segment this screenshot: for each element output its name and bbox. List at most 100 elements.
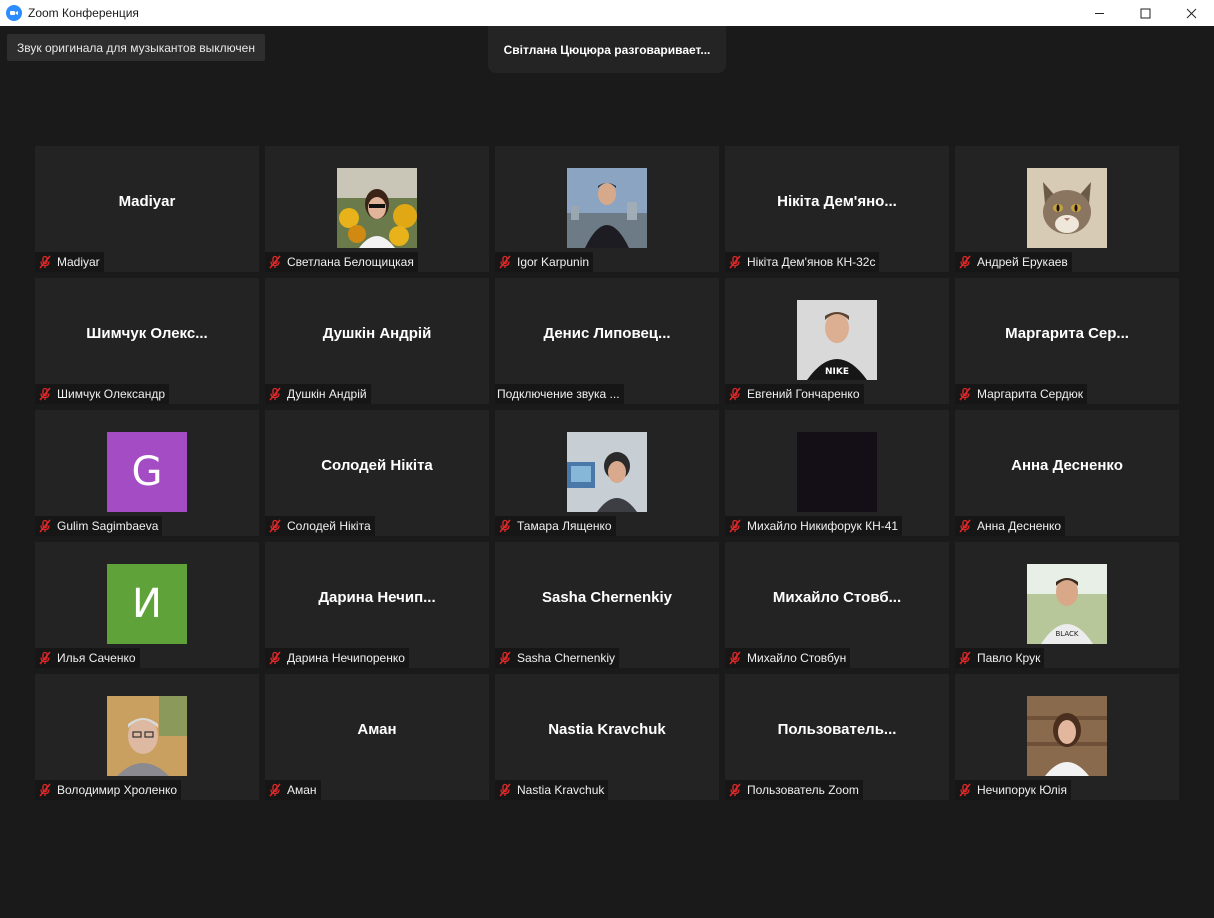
- participant-name: Душкін Андрій: [287, 387, 367, 401]
- participant-tile[interactable]: Нечипорук Юлія: [955, 674, 1179, 800]
- svg-text:NIKE: NIKE: [825, 367, 849, 377]
- active-speaker-banner: Світлана Цюцюра разговаривает...: [488, 26, 726, 73]
- participant-name-label: Михайло Никифорук КН-41: [725, 516, 903, 536]
- participant-name: Gulim Sagimbaeva: [57, 519, 159, 533]
- participant-name: Солодей Нікіта: [287, 519, 371, 533]
- window-controls: [1076, 0, 1214, 26]
- participant-display-name: Sasha Chernenkiy: [541, 588, 673, 606]
- participant-name: Михайло Стовбун: [747, 651, 847, 665]
- participant-tile[interactable]: Анна Десненко Анна Десненко: [955, 410, 1179, 536]
- participant-tile[interactable]: G Gulim Sagimbaeva: [35, 410, 259, 536]
- participant-tile[interactable]: Михайло Никифорук КН-41: [725, 410, 949, 536]
- profile-photo: [567, 432, 647, 512]
- close-button[interactable]: [1168, 0, 1214, 26]
- participant-name: Igor Karpunin: [517, 255, 590, 269]
- participant-name: Михайло Никифорук КН-41: [747, 519, 899, 533]
- participant-tile[interactable]: Денис Липовец... Подключение звука ...: [495, 278, 719, 404]
- participant-name: Анна Десненко: [977, 519, 1062, 533]
- muted-microphone-icon: [497, 518, 513, 534]
- muted-microphone-icon: [37, 518, 53, 534]
- participant-name-label: Солодей Нікіта: [265, 516, 375, 536]
- participant-name-label: Пользователь Zoom: [725, 780, 863, 800]
- participant-name: Маргарита Сердюк: [977, 387, 1084, 401]
- participant-tile[interactable]: Андрей Ерукаев: [955, 146, 1179, 272]
- participant-tile[interactable]: Маргарита Сер... Маргарита Сердюк: [955, 278, 1179, 404]
- muted-microphone-icon: [37, 782, 53, 798]
- participant-tile[interactable]: Nastia Kravchuk Nastia Kravchuk: [495, 674, 719, 800]
- muted-microphone-icon: [497, 782, 513, 798]
- participant-tile[interactable]: Светлана Белощицкая: [265, 146, 489, 272]
- participant-name: Володимир Хроленко: [57, 783, 178, 797]
- participant-tile[interactable]: BLACK Павло Крук: [955, 542, 1179, 668]
- participant-name: Шимчук Олександр: [57, 387, 166, 401]
- participant-tile[interactable]: Igor Karpunin: [495, 146, 719, 272]
- participant-name-label: Светлана Белощицкая: [265, 252, 418, 272]
- muted-microphone-icon: [727, 782, 743, 798]
- participant-tile[interactable]: И Илья Саченко: [35, 542, 259, 668]
- muted-microphone-icon: [727, 650, 743, 666]
- muted-microphone-icon: [267, 254, 283, 270]
- participant-tile[interactable]: NIKE Евгений Гончаренко: [725, 278, 949, 404]
- participant-display-name: Аман: [357, 720, 397, 738]
- muted-microphone-icon: [37, 386, 53, 402]
- close-icon: [1186, 8, 1196, 18]
- participant-tile[interactable]: Аман Аман: [265, 674, 489, 800]
- participant-tile[interactable]: Душкін Андрій Душкін Андрій: [265, 278, 489, 404]
- profile-photo: NIKE: [797, 300, 877, 380]
- profile-photo: BLACK: [1027, 564, 1107, 644]
- minimize-button[interactable]: [1076, 0, 1122, 26]
- participant-name-label: Анна Десненко: [955, 516, 1066, 536]
- participant-name-label: Тамара Лященко: [495, 516, 616, 536]
- muted-microphone-icon: [727, 254, 743, 270]
- profile-photo: [567, 168, 647, 248]
- participant-name-label: Илья Саченко: [35, 648, 140, 668]
- muted-microphone-icon: [267, 386, 283, 402]
- muted-microphone-icon: [497, 650, 513, 666]
- participant-tile[interactable]: Шимчук Олекс... Шимчук Олександр: [35, 278, 259, 404]
- muted-microphone-icon: [957, 650, 973, 666]
- profile-photo: [107, 696, 187, 776]
- muted-microphone-icon: [957, 518, 973, 534]
- participant-name: Пользователь Zoom: [747, 783, 859, 797]
- participant-name-label: Андрей Ерукаев: [955, 252, 1072, 272]
- participant-name-label: Нечипорук Юлія: [955, 780, 1071, 800]
- participant-tile[interactable]: Sasha Chernenkiy Sasha Chernenkiy: [495, 542, 719, 668]
- muted-microphone-icon: [957, 386, 973, 402]
- participant-name: Дарина Нечипоренко: [287, 651, 405, 665]
- participant-tile[interactable]: Дарина Нечип... Дарина Нечипоренко: [265, 542, 489, 668]
- profile-photo: [337, 168, 417, 248]
- participant-name: Андрей Ерукаев: [977, 255, 1068, 269]
- participant-name: Аман: [287, 783, 317, 797]
- participant-name-label: Дарина Нечипоренко: [265, 648, 409, 668]
- participant-tile[interactable]: Нікіта Дем'яно... Нікіта Дем'янов КН-32с: [725, 146, 949, 272]
- participant-name: Евгений Гончаренко: [747, 387, 860, 401]
- participant-tile[interactable]: Михайло Стовб... Михайло Стовбун: [725, 542, 949, 668]
- participant-display-name: Анна Десненко: [1011, 456, 1123, 474]
- participant-tile[interactable]: Пользователь... Пользователь Zoom: [725, 674, 949, 800]
- participant-display-name: Шимчук Олекс...: [86, 324, 208, 342]
- participant-name: Светлана Белощицкая: [287, 255, 414, 269]
- participant-tile[interactable]: Солодей Нікіта Солодей Нікіта: [265, 410, 489, 536]
- participant-tile[interactable]: Володимир Хроленко: [35, 674, 259, 800]
- participant-name: Нечипорук Юлія: [977, 783, 1067, 797]
- muted-microphone-icon: [267, 518, 283, 534]
- participant-name-label: Володимир Хроленко: [35, 780, 182, 800]
- participant-name: Подключение звука ...: [497, 387, 620, 401]
- participant-tile[interactable]: Madiyar Madiyar: [35, 146, 259, 272]
- muted-microphone-icon: [957, 782, 973, 798]
- participant-name-label: Душкін Андрій: [265, 384, 371, 404]
- minimize-icon: [1094, 12, 1104, 14]
- participant-name: Nastia Kravchuk: [517, 783, 605, 797]
- participant-tile[interactable]: Тамара Лященко: [495, 410, 719, 536]
- muted-microphone-icon: [267, 650, 283, 666]
- maximize-button[interactable]: [1122, 0, 1168, 26]
- zoom-logo-icon: [6, 5, 22, 21]
- participant-grid: Madiyar Madiyar Светлана Белощицкая Igor Ka…: [35, 146, 1179, 800]
- participant-display-name: Nastia Kravchuk: [548, 720, 666, 738]
- participant-name-label: Павло Крук: [955, 648, 1045, 668]
- participant-name-label: Аман: [265, 780, 321, 800]
- participant-name-label: Igor Karpunin: [495, 252, 594, 272]
- participant-name: Илья Саченко: [57, 651, 136, 665]
- participant-name-label: Маргарита Сердюк: [955, 384, 1088, 404]
- letter-avatar: И: [107, 564, 187, 644]
